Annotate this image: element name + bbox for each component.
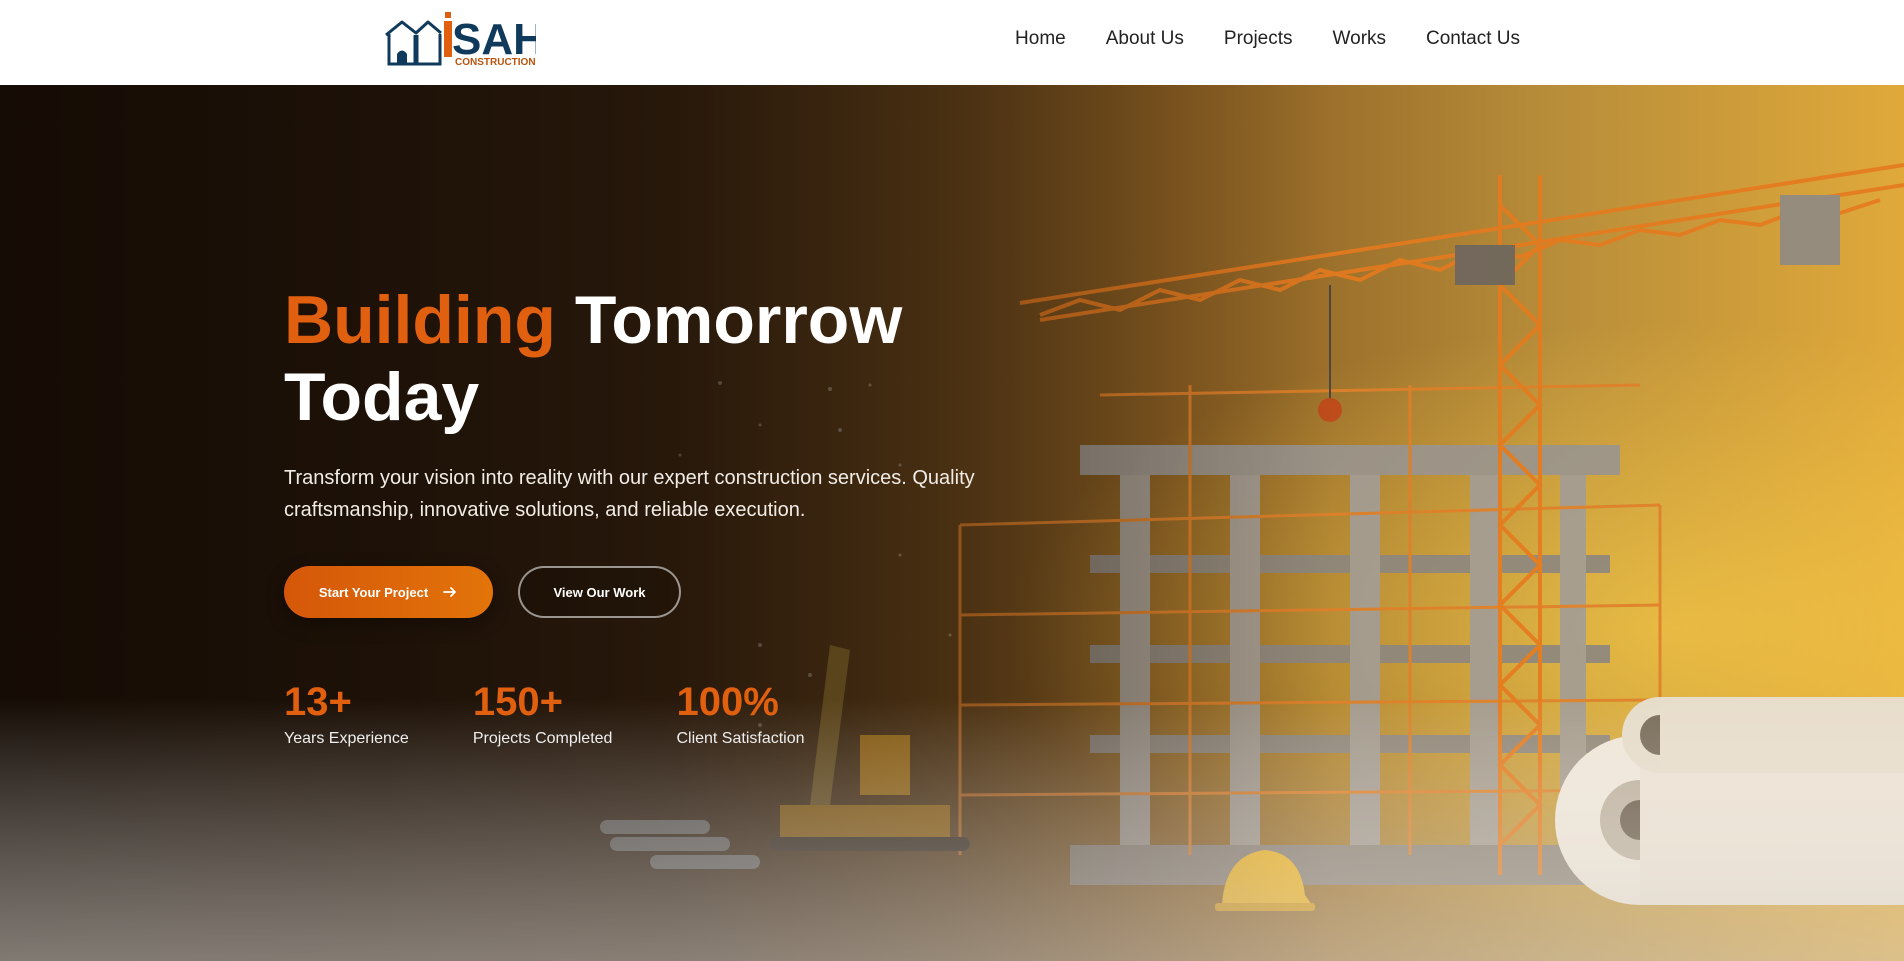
start-project-button[interactable]: Start Your Project: [284, 566, 493, 618]
headline-accent: Building: [284, 282, 556, 358]
stat-years: 13+ Years Experience: [284, 680, 409, 748]
stat-label: Projects Completed: [472, 730, 613, 747]
stat-value: 150+: [472, 680, 563, 724]
stat-value: 13+: [284, 680, 352, 724]
nav-works[interactable]: Works: [1333, 28, 1386, 50]
nav-about-us[interactable]: About Us: [1106, 28, 1184, 50]
site-header: SAH CONSTRUCTIONS Home About Us Projects…: [0, 0, 1904, 85]
company-logo[interactable]: SAH CONSTRUCTIONS: [384, 9, 545, 68]
nav-home[interactable]: Home: [1015, 28, 1066, 50]
hero-section: Building Tomorrow Today Transform your v…: [0, 85, 1904, 961]
logo-subtitle: CONSTRUCTIONS: [455, 57, 536, 67]
hero-subtext: Transform your vision into reality with …: [284, 467, 975, 521]
hero-stats: 13+ Years Experience 150+ Projects Compl…: [284, 680, 805, 748]
stat-projects: 150+ Projects Completed: [473, 680, 613, 748]
stat-label: Client Satisfaction: [676, 730, 805, 747]
arrow-right-icon: [443, 587, 457, 597]
logo-graphic: SAH CONSTRUCTIONS: [385, 12, 545, 68]
main-nav: Home About Us Projects Works Contact Us: [1015, 0, 1520, 78]
start-project-label: Start Your Project: [318, 584, 429, 600]
stat-label: Years Experience: [284, 730, 409, 747]
nav-projects[interactable]: Projects: [1224, 28, 1293, 50]
view-work-button[interactable]: View Our Work: [518, 566, 681, 618]
nav-contact-us[interactable]: Contact Us: [1426, 28, 1520, 50]
stat-satisfaction: 100% Client Satisfaction: [676, 680, 804, 748]
stat-value: 100%: [676, 680, 779, 724]
hero-headline: Building Tomorrow Today: [284, 282, 1044, 436]
